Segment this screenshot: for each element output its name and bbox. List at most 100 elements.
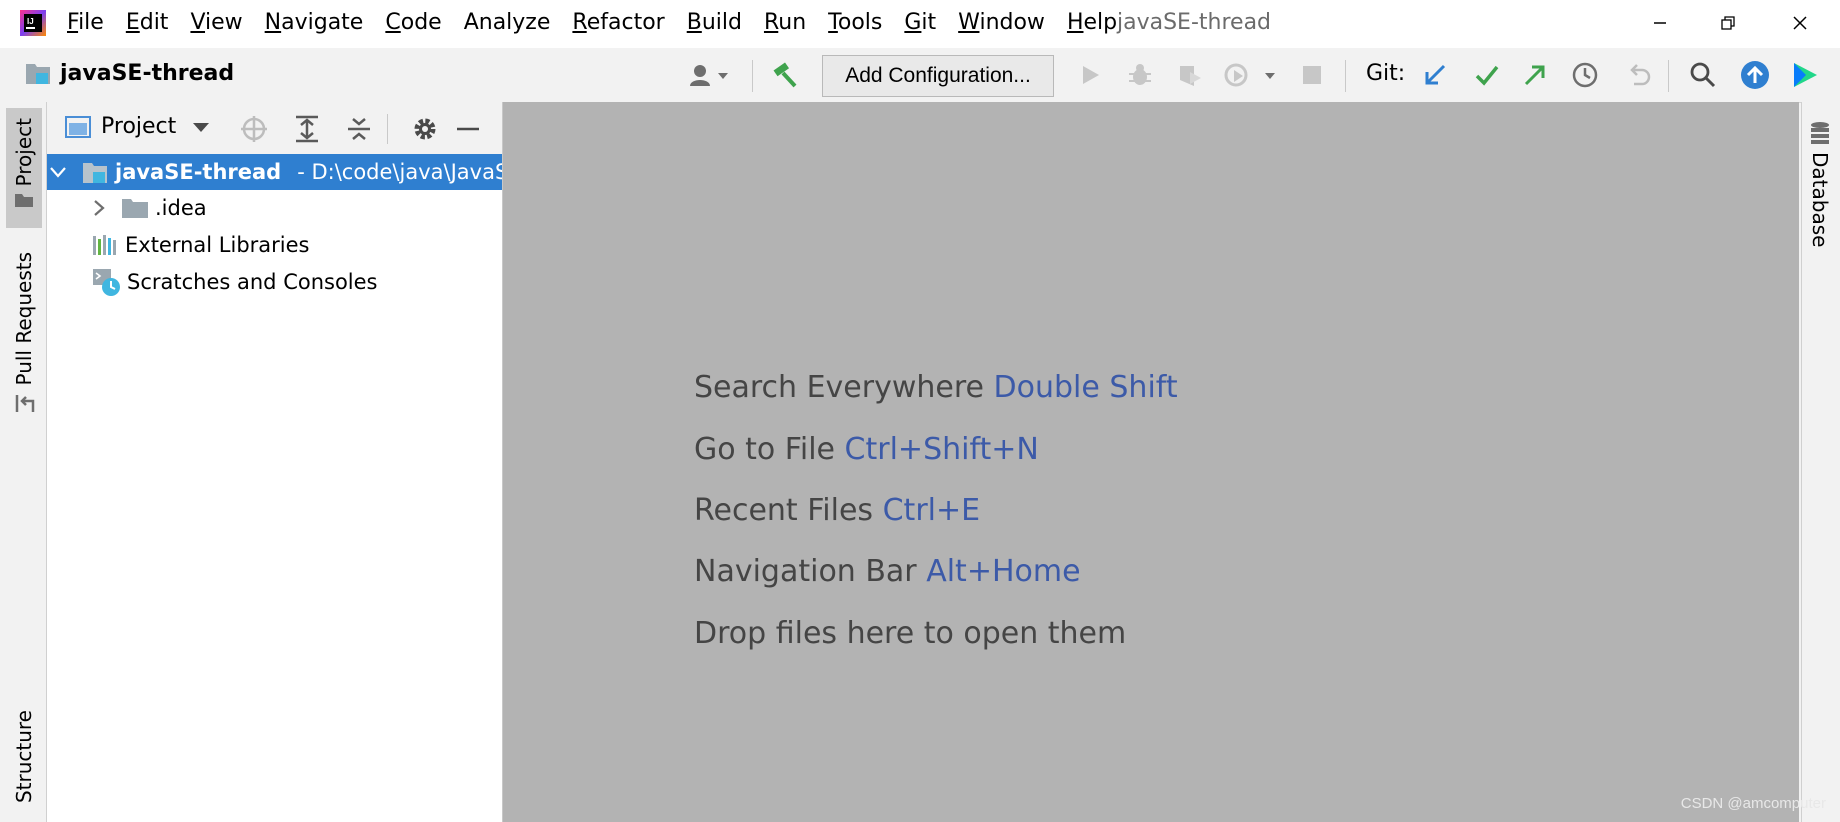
tree-item-scratches[interactable]: Scratches and Consoles	[47, 264, 502, 300]
toolbar-separator	[1345, 60, 1346, 92]
restore-button[interactable]	[1708, 8, 1748, 38]
shortcut-key: Double Shift	[993, 370, 1178, 405]
menu-run[interactable]: Run	[764, 10, 806, 35]
tab-project[interactable]: Project	[6, 108, 42, 228]
git-commit-button[interactable]	[1472, 60, 1502, 90]
project-view-selector[interactable]: Project	[65, 114, 222, 139]
stop-icon	[1303, 66, 1321, 84]
select-opened-file-button[interactable]	[239, 114, 269, 144]
menu-tools[interactable]: Tools	[828, 10, 882, 35]
tree-item-label: External Libraries	[125, 233, 310, 257]
git-label: Git:	[1366, 61, 1406, 86]
tree-item-path: - D:\code\java\JavaSE	[297, 160, 502, 184]
git-rollback-button[interactable]	[1624, 60, 1654, 90]
menu-code[interactable]: Code	[385, 10, 441, 35]
main-toolbar: javaSE-thread Add Configuration... Git:	[0, 48, 1840, 103]
tab-project-label: Project	[12, 118, 36, 187]
hint-navigation-bar: Navigation Bar Alt+Home	[694, 554, 1081, 589]
main-menu: File Edit View Navigate Code Analyze Ref…	[67, 10, 1139, 35]
ide-update-button[interactable]	[1740, 60, 1770, 90]
project-folder-icon	[26, 64, 50, 84]
debug-bug-icon	[1129, 64, 1151, 85]
minimize-panel-icon	[457, 127, 479, 131]
menu-view[interactable]: View	[190, 10, 242, 35]
tree-item-idea[interactable]: .idea	[47, 190, 502, 226]
database-icon	[1811, 122, 1829, 144]
git-history-button[interactable]	[1570, 60, 1600, 90]
vcs-user-dropdown[interactable]	[686, 60, 734, 90]
hint-recent-files: Recent Files Ctrl+E	[694, 493, 981, 528]
project-tab-folder-icon	[15, 194, 33, 208]
build-button[interactable]	[770, 60, 800, 90]
right-tool-stripe: Database	[1801, 102, 1840, 822]
search-everywhere-button[interactable]	[1688, 60, 1718, 90]
git-update-button[interactable]	[1420, 60, 1450, 90]
hide-panel-button[interactable]	[453, 114, 483, 144]
search-icon	[1690, 62, 1716, 88]
libraries-icon	[91, 233, 119, 257]
chevron-down-icon	[193, 122, 210, 132]
scratches-icon	[91, 267, 121, 297]
project-panel-title: Project	[101, 114, 177, 139]
svg-text:IJ: IJ	[27, 17, 34, 26]
tree-item-label: Scratches and Consoles	[127, 270, 378, 294]
code-with-me-button[interactable]	[1790, 60, 1820, 90]
menu-help[interactable]: Help	[1067, 10, 1117, 35]
close-button[interactable]	[1780, 8, 1820, 38]
tree-item-label: .idea	[155, 196, 207, 220]
git-push-button[interactable]	[1520, 60, 1550, 90]
title-bar: IJ File Edit View Navigate Code Analyze …	[0, 0, 1840, 48]
collapse-all-button[interactable]	[344, 114, 374, 144]
git-commit-check-icon	[1475, 65, 1499, 86]
menu-edit[interactable]: Edit	[126, 10, 169, 35]
toolbar-separator	[1668, 60, 1669, 92]
debug-button[interactable]	[1125, 60, 1155, 90]
menu-analyze[interactable]: Analyze	[464, 10, 551, 35]
tab-structure[interactable]: Structure	[6, 710, 42, 822]
profile-dropdown[interactable]	[1222, 60, 1282, 90]
menu-window[interactable]: Window	[958, 10, 1045, 35]
hint-search-everywhere: Search Everywhere Double Shift	[694, 370, 1178, 405]
locate-crosshair-icon	[241, 116, 267, 142]
profiler-icon	[1224, 63, 1275, 87]
project-panel-header: Project	[47, 102, 502, 155]
add-configuration-button[interactable]: Add Configuration...	[822, 55, 1054, 97]
chevron-down-icon[interactable]	[49, 165, 67, 179]
expand-all-button[interactable]	[292, 114, 322, 144]
update-arrow-up-icon	[1741, 61, 1769, 89]
menu-build[interactable]: Build	[687, 10, 742, 35]
collapse-all-icon	[348, 118, 370, 140]
project-breadcrumb[interactable]: javaSE-thread	[24, 60, 234, 86]
hint-go-to-file: Go to File Ctrl+Shift+N	[694, 432, 1039, 467]
close-icon	[1793, 16, 1807, 30]
minimize-icon	[1654, 22, 1666, 24]
shortcut-key: Ctrl+Shift+N	[844, 432, 1039, 467]
project-settings-button[interactable]	[410, 114, 440, 144]
minimize-button[interactable]	[1640, 8, 1680, 38]
code-with-me-icon	[1794, 63, 1817, 87]
pull-request-icon	[15, 394, 35, 412]
menu-refactor[interactable]: Refactor	[572, 10, 664, 35]
menu-navigate[interactable]: Navigate	[265, 10, 364, 35]
chevron-right-icon[interactable]	[87, 199, 111, 217]
toolbar-separator	[752, 60, 753, 92]
tree-item-external-libraries[interactable]: External Libraries	[47, 227, 502, 263]
coverage-icon	[1180, 66, 1201, 86]
menu-git[interactable]: Git	[904, 10, 936, 35]
menu-file[interactable]: File	[67, 10, 104, 35]
tree-item-project-root[interactable]: javaSE-thread - D:\code\java\JavaSE	[47, 154, 502, 190]
shortcut-key: Alt+Home	[926, 554, 1081, 589]
tab-database[interactable]: Database	[1808, 120, 1832, 247]
project-tool-window: Project javaSE-thread - D:\code\java\Jav…	[47, 102, 503, 822]
editor-empty-area[interactable]: Search Everywhere Double Shift Go to Fil…	[503, 102, 1799, 822]
tab-pull-requests[interactable]: Pull Requests	[6, 252, 42, 422]
run-with-coverage-button[interactable]	[1175, 60, 1205, 90]
stop-button[interactable]	[1297, 60, 1327, 90]
watermark: CSDN @amcomputer	[1680, 795, 1826, 812]
history-clock-icon	[1572, 62, 1598, 88]
run-button[interactable]	[1075, 60, 1105, 90]
intellij-logo-icon: IJ	[20, 10, 46, 36]
panel-header-separator	[387, 114, 388, 144]
restore-icon	[1721, 16, 1735, 30]
run-icon	[1083, 66, 1099, 84]
